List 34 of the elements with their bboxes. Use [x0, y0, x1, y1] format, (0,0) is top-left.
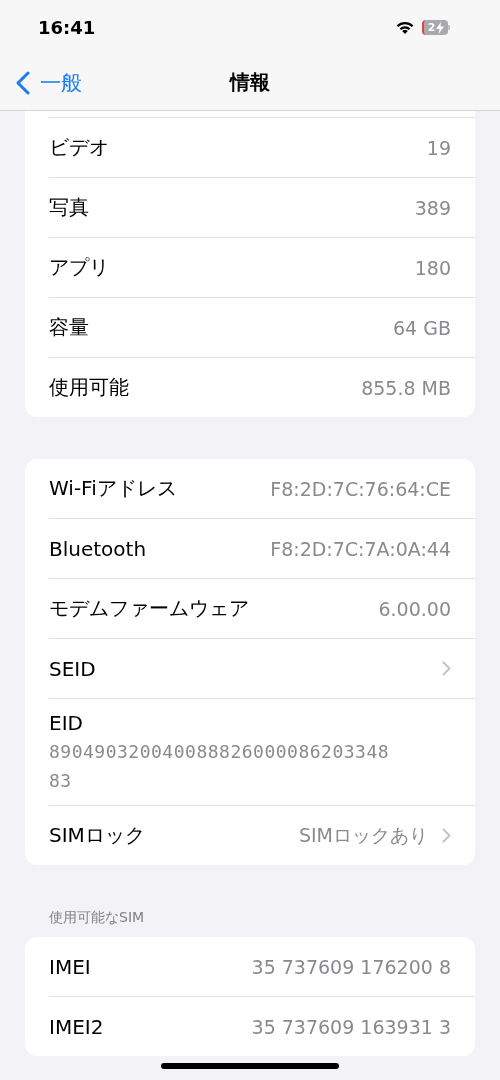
row-label: EID	[49, 711, 83, 735]
row-value: F8:2D:7C:7A:0A:44	[270, 537, 451, 560]
row-value: F8:2D:7C:76:64:CE	[270, 477, 451, 500]
row-label: IMEI	[49, 954, 91, 979]
section-header: 使用可能なSIM	[48, 908, 146, 927]
row-label: 写真	[49, 194, 89, 221]
row-value: SIMロックあり	[298, 822, 428, 848]
wifi-icon	[395, 20, 415, 35]
row-value: 389	[414, 196, 451, 219]
row-label: Wi-Fiアドレス	[49, 475, 177, 502]
row-label: アプリ	[49, 254, 109, 281]
battery-indicator: 2	[422, 20, 450, 35]
row-label: SEID	[49, 656, 96, 681]
chevron-icon	[442, 661, 451, 676]
row-value: 6.00.00	[378, 597, 451, 620]
row-value: 64 GB	[393, 316, 451, 339]
row-value: 180	[414, 256, 451, 279]
row-label: 容量	[49, 314, 89, 341]
row-label: モデムファームウェア	[49, 595, 249, 622]
row-label: ビデオ	[49, 134, 109, 161]
row-value: 19	[426, 136, 451, 159]
back-chevron-icon	[16, 70, 30, 95]
page-title: 情報	[230, 69, 270, 96]
row-value: 35 737609 163931 3	[251, 1015, 451, 1038]
row-label: Bluetooth	[49, 536, 147, 561]
row-label: 使用可能	[49, 374, 129, 401]
row-value: 890490320040088826000086203348 83	[49, 740, 390, 793]
chevron-icon	[442, 828, 451, 843]
back-button[interactable]: 一般	[0, 68, 82, 97]
row-value: 35 737609 176200 8	[251, 955, 451, 978]
row-label: IMEI2	[49, 1014, 104, 1039]
row-label: SIMロック	[49, 822, 145, 849]
status-time: 16:41	[38, 17, 96, 38]
row-value: 855.8 MB	[361, 376, 451, 399]
